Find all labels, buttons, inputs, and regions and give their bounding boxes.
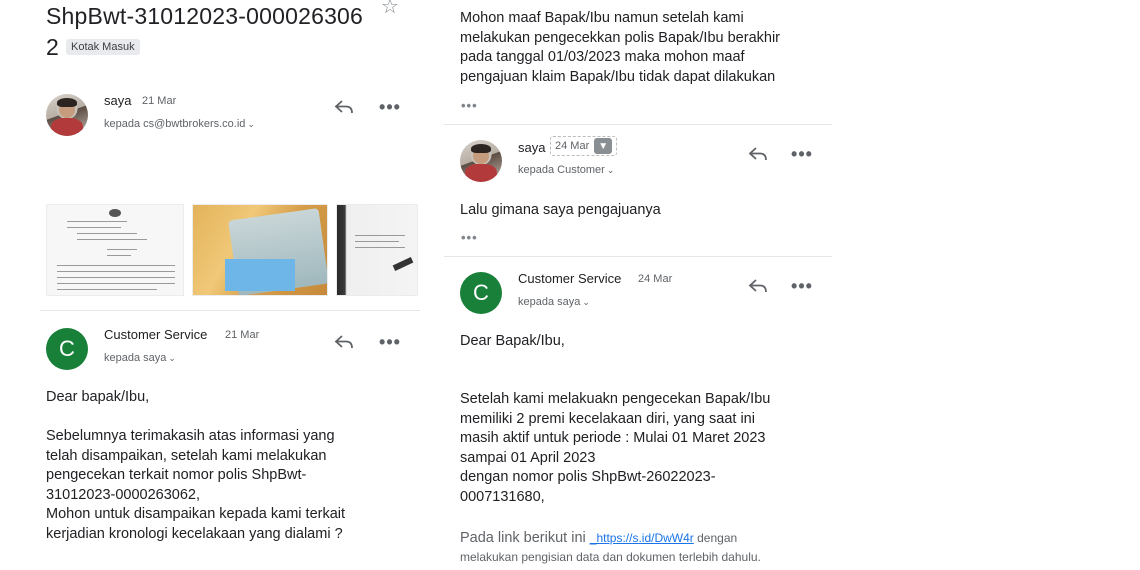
avatar xyxy=(460,140,502,182)
message-date-chip[interactable]: 24 Mar ▼ xyxy=(550,136,618,156)
link-suffix: dengan xyxy=(693,531,738,545)
message-date: 24 Mar xyxy=(638,273,673,285)
message-greeting: Dear Bapak/Ibu, xyxy=(460,333,565,349)
message-date: 24 Mar xyxy=(555,140,590,152)
reply-icon[interactable] xyxy=(332,331,356,353)
recipient-text: kepada Customer xyxy=(518,164,605,176)
recipient-text: kepada saya xyxy=(104,352,167,364)
message-body: Dear bapak/Ibu, Sebelumnya terimakasih a… xyxy=(46,389,346,542)
message-footer-text: melakukan pengisian data dan dokumen ter… xyxy=(460,550,761,564)
attachment-document-thumbnail[interactable] xyxy=(46,204,184,296)
message-body: Setelah kami melakuakn pengecekan Bapak/… xyxy=(460,391,771,505)
link-line: Pada link berikut ini _https://s.id/DwW4… xyxy=(460,529,737,548)
recipient-details[interactable]: kepada Customer ⌄ xyxy=(518,164,614,176)
link-prefix: Pada link berikut ini xyxy=(460,530,590,546)
sender-name: Customer Service xyxy=(104,327,208,342)
message-divider xyxy=(444,256,832,257)
show-trimmed-content[interactable]: ••• xyxy=(461,98,478,113)
star-icon[interactable]: ☆ xyxy=(378,0,402,18)
shortlink[interactable]: _https://s.id/DwW4r xyxy=(590,531,694,545)
chevron-down-icon: ⌄ xyxy=(582,297,590,307)
avatar: C xyxy=(460,272,502,314)
reply-icon[interactable] xyxy=(746,275,770,297)
show-trimmed-content[interactable]: ••• xyxy=(461,230,478,245)
message-body: Lalu gimana saya pengajuanya xyxy=(460,202,661,218)
message-divider xyxy=(444,124,832,125)
quoted-message-body: Mohon maaf Bapak/Ibu namun setelah kami … xyxy=(460,10,781,85)
email-subject-continued: 2 xyxy=(46,34,59,60)
message-date: 21 Mar xyxy=(225,329,260,341)
message-divider xyxy=(40,310,420,311)
chevron-down-icon: ⌄ xyxy=(606,165,615,175)
sender-name: saya xyxy=(518,140,546,155)
recipient-details[interactable]: kepada saya ⌄ xyxy=(104,352,176,364)
inbox-label[interactable]: Kotak Masuk xyxy=(66,39,140,55)
dropdown-icon[interactable]: ▼ xyxy=(594,138,613,154)
more-options-icon[interactable]: ••• xyxy=(376,96,404,118)
reply-icon[interactable] xyxy=(332,96,356,118)
reply-icon[interactable] xyxy=(746,143,770,165)
chevron-down-icon: ⌄ xyxy=(168,353,176,363)
more-options-icon[interactable]: ••• xyxy=(788,275,816,297)
attachment-photo-thumbnail[interactable] xyxy=(192,204,328,296)
message-date: 21 Mar xyxy=(142,95,177,107)
chevron-down-icon: ⌄ xyxy=(247,119,255,129)
email-subject: ShpBwt-31012023-000026306 xyxy=(46,3,364,29)
sender-name: Customer Service xyxy=(518,271,622,286)
avatar: C xyxy=(46,328,88,370)
attachment-paper-thumbnail[interactable] xyxy=(336,204,418,296)
recipient-details[interactable]: kepada cs@bwtbrokers.co.id ⌄ xyxy=(104,118,255,130)
more-options-icon[interactable]: ••• xyxy=(376,331,404,353)
recipient-details[interactable]: kepada saya ⌄ xyxy=(518,296,590,308)
avatar xyxy=(46,94,88,136)
more-options-icon[interactable]: ••• xyxy=(788,143,816,165)
recipient-text: kepada saya xyxy=(518,296,581,308)
sender-name: saya xyxy=(104,93,132,108)
recipient-text: kepada cs@bwtbrokers.co.id xyxy=(104,118,246,130)
